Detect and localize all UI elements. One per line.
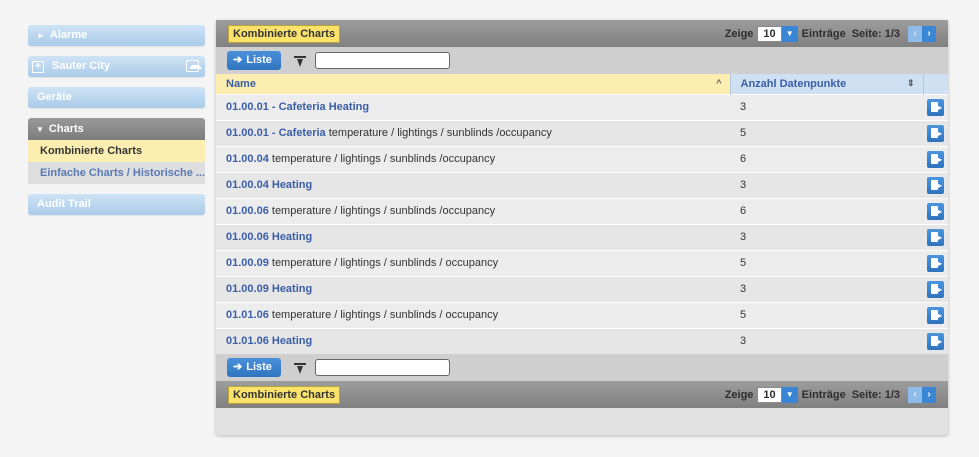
sidebar-item-charts[interactable]: ▼ Charts [28,118,205,140]
header-bar: Kombinierte Charts Zeige 10 ▼ Einträge S… [216,20,948,47]
table-row[interactable]: 01.00.01 - Cafeteria Heating 3 [216,93,948,120]
filter-icon[interactable] [293,54,307,68]
row-name[interactable]: 01.00.06 [226,205,269,217]
open-chart-icon[interactable] [927,202,944,220]
prev-page-icon[interactable]: ‹ [908,386,922,403]
chevron-right-icon: ► [37,31,45,40]
pager-nav: ‹ › [908,386,936,403]
table-row[interactable]: 01.00.06 Heating 3 [216,223,948,250]
prev-page-icon[interactable]: ‹ [908,25,922,42]
image-icon[interactable] [186,60,202,72]
liste-button[interactable]: ➔ Liste [227,51,281,70]
page-title: Kombinierte Charts [228,24,341,43]
show-label: Zeige [724,27,754,40]
table-row[interactable]: 01.00.01 - Cafeteria temperature / light… [216,119,948,146]
expand-icon[interactable]: + [32,60,44,73]
row-count: 3 [730,93,923,120]
page-indicator: Seite: 1/3 [851,388,900,401]
search-input[interactable] [314,52,450,69]
row-name[interactable]: 01.00.04 [226,153,269,165]
sidebar-group-charts: ▼ Charts Kombinierte Charts Einfache Char… [28,118,205,184]
main-panel: Kombinierte Charts Zeige 10 ▼ Einträge S… [216,20,948,435]
chevron-down-icon[interactable]: ▼ [781,25,798,42]
row-count: 3 [730,327,923,354]
open-chart-icon[interactable] [927,150,944,168]
row-count: 3 [730,171,923,198]
bottom-toolbar: ➔ Liste [216,354,948,381]
table-row[interactable]: 01.00.04 temperature / lightings / sunbl… [216,145,948,172]
row-count: 5 [730,301,923,328]
row-name[interactable]: 01.00.09 Heating [226,283,312,295]
row-count: 3 [730,275,923,302]
table-row[interactable]: 01.01.06 Heating 3 [216,327,948,354]
page-size-select[interactable]: 10 ▼ [757,386,798,403]
open-chart-icon[interactable] [927,176,944,194]
chevron-down-icon[interactable]: ▼ [781,386,798,403]
sidebar-item-geraete[interactable]: Geräte [28,87,205,108]
sidebar-item-sauter-city[interactable]: + Sauter City [28,56,205,77]
sidebar: ► Alarme + Sauter City Geräte ▼ Charts Kom… [28,25,205,225]
sort-asc-icon[interactable]: ^ [716,78,721,88]
row-count: 6 [730,197,923,224]
footer-bar: Kombinierte Charts Zeige 10 ▼ Einträge S… [216,381,948,408]
page-size-select[interactable]: 10 ▼ [757,25,798,42]
row-name[interactable]: 01.00.06 Heating [226,231,312,243]
row-name[interactable]: 01.00.01 - Cafeteria Heating [226,101,369,113]
open-chart-icon[interactable] [927,124,944,142]
open-chart-icon[interactable] [927,332,944,350]
row-name[interactable]: 01.00.09 [226,257,269,269]
column-header-action [922,74,948,94]
table-row[interactable]: 01.00.09 temperature / lightings / sunbl… [216,249,948,276]
table-row[interactable]: 01.00.04 Heating 3 [216,171,948,198]
row-count: 5 [730,119,923,146]
pager: Zeige 10 ▼ Einträge Seite: 1/3 ‹ › [724,25,936,42]
entries-label: Einträge [801,388,846,401]
row-count: 6 [730,145,923,172]
open-chart-icon[interactable] [927,98,944,116]
next-page-icon[interactable]: › [922,25,936,42]
list-arrow-icon: ➔ [233,361,243,373]
table-row[interactable]: 01.00.06 temperature / lightings / sunbl… [216,197,948,224]
open-chart-icon[interactable] [927,228,944,246]
row-count: 3 [730,223,923,250]
top-toolbar: ➔ Liste [216,47,948,74]
column-header-name[interactable]: Name ^ [216,74,730,94]
row-name[interactable]: 01.00.01 - Cafeteria [226,127,326,139]
open-chart-icon[interactable] [927,254,944,272]
open-chart-icon[interactable] [927,306,944,324]
row-name[interactable]: 01.00.04 Heating [226,179,312,191]
next-page-icon[interactable]: › [922,386,936,403]
sidebar-item-kombinierte-charts[interactable]: Kombinierte Charts [28,140,205,162]
page-indicator: Seite: 1/3 [851,27,900,40]
table-row[interactable]: 01.00.09 Heating 3 [216,275,948,302]
sort-icon[interactable]: ⇕ [907,78,915,89]
open-chart-icon[interactable] [927,280,944,298]
table-row[interactable]: 01.01.06 temperature / lightings / sunbl… [216,301,948,328]
list-arrow-icon: ➔ [233,54,243,66]
pager: Zeige 10 ▼ Einträge Seite: 1/3 ‹ › [724,386,936,403]
sidebar-item-alarme[interactable]: ► Alarme [28,25,205,46]
column-header-count[interactable]: Anzahl Datenpunkte ⇕ [729,74,923,94]
liste-button[interactable]: ➔ Liste [227,358,281,377]
row-name[interactable]: 01.01.06 [226,309,269,321]
row-name[interactable]: 01.01.06 Heating [226,335,312,347]
entries-label: Einträge [801,27,846,40]
charts-table: Name ^ Anzahl Datenpunkte ⇕ 01.00.01 - Caf… [216,74,948,354]
filter-icon[interactable] [293,361,307,375]
row-count: 5 [730,249,923,276]
search-input[interactable] [314,359,450,376]
show-label: Zeige [724,388,754,401]
footer-title: Kombinierte Charts [228,385,341,404]
pager-nav: ‹ › [908,25,936,42]
sidebar-item-audit-trail[interactable]: Audit Trail [28,194,205,215]
sidebar-item-einfache-charts[interactable]: Einfache Charts / Historische ... [28,162,205,184]
chevron-down-icon: ▼ [36,125,44,134]
